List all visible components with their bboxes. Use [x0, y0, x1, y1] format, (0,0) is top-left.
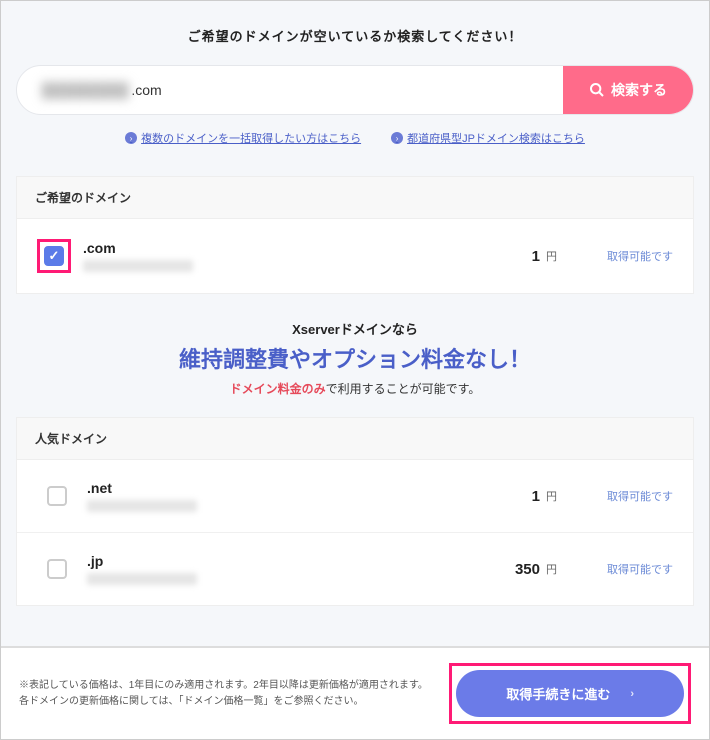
domain-price: 1 [532, 248, 540, 265]
search-suffix: .com [131, 82, 161, 98]
domain-status: 取得可能です [607, 488, 673, 504]
search-button[interactable]: 検索する [563, 66, 693, 114]
domain-checkbox[interactable] [47, 559, 67, 579]
domain-checkbox-highlight [37, 239, 71, 273]
proceed-button[interactable]: 取得手続きに進む › [456, 670, 684, 717]
search-button-label: 検索する [611, 80, 667, 100]
chevron-right-icon: › [391, 132, 403, 144]
domain-extension: .jp [87, 553, 515, 569]
domain-checkbox[interactable] [44, 246, 64, 266]
domain-status: 取得可能です [607, 561, 673, 577]
prefecture-link-label: 都道府県型JPドメイン検索はこちら [407, 130, 585, 146]
proceed-button-label: 取得手続きに進む [506, 684, 610, 703]
chevron-right-icon: › [125, 132, 137, 144]
promo-line1: Xserverドメインなら [16, 319, 694, 338]
promo-line3: ドメイン料金のみで利用することが可能です。 [16, 380, 694, 397]
search-input[interactable]: ████████ .com [17, 66, 563, 114]
promo-line2: 維持調整費やオプション料金なし！ [16, 342, 694, 374]
search-blurred-prefix: ████████ [42, 82, 129, 98]
domain-extension: .com [83, 240, 532, 256]
prefecture-link[interactable]: › 都道府県型JPドメイン検索はこちら [391, 130, 585, 146]
domain-info: .com [83, 240, 532, 272]
search-prompt: ご希望のドメインが空いているか検索してください！ [16, 26, 694, 45]
popular-header: 人気ドメイン [17, 418, 693, 460]
domain-currency: 円 [546, 561, 557, 577]
domain-checkbox[interactable] [47, 486, 67, 506]
domain-currency: 円 [546, 248, 557, 264]
domain-name-blurred [87, 573, 197, 585]
search-icon [589, 82, 605, 98]
domain-status: 取得可能です [607, 248, 673, 264]
domain-price: 1 [532, 488, 540, 505]
desired-header: ご希望のドメイン [17, 177, 693, 219]
price-disclaimer: ※表記している価格は、1年目にのみ適用されます。2年目以降は更新価格が適用されま… [19, 678, 428, 710]
domain-currency: 円 [546, 488, 557, 504]
proceed-highlight: 取得手続きに進む › [449, 663, 691, 724]
domain-info: .jp [87, 553, 515, 585]
bulk-link[interactable]: › 複数のドメインを一括取得したい方はこちら [125, 130, 361, 146]
domain-info: .net [87, 480, 532, 512]
bulk-link-label: 複数のドメインを一括取得したい方はこちら [141, 130, 361, 146]
domain-name-blurred [87, 500, 197, 512]
domain-name-blurred [83, 260, 193, 272]
domain-price: 350 [515, 561, 540, 578]
domain-extension: .net [87, 480, 532, 496]
chevron-right-icon: › [630, 688, 634, 700]
